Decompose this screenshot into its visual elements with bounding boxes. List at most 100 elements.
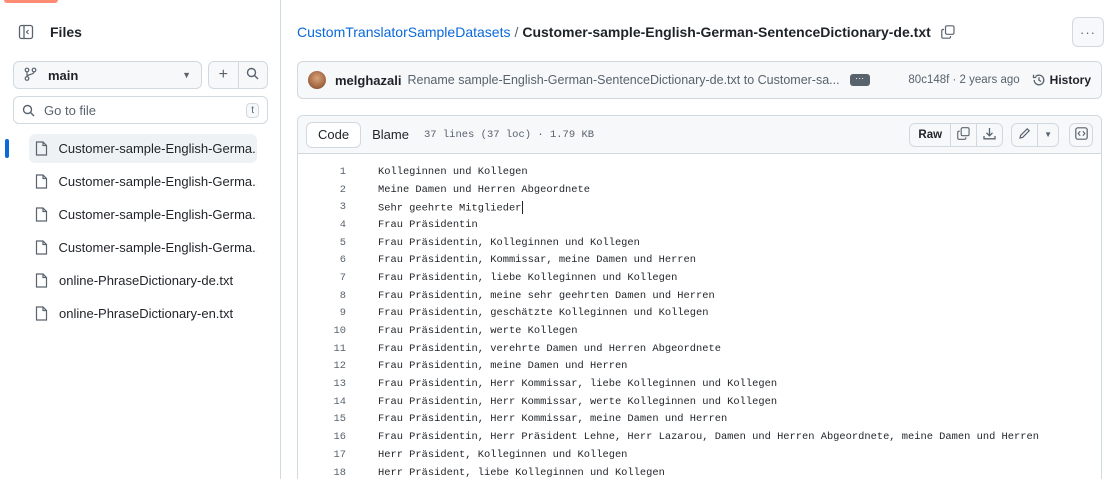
line-text: Frau Präsidentin, Herr Kommissar, meine … <box>378 413 728 426</box>
add-search-button-group: + <box>208 61 268 89</box>
file-icon <box>35 141 51 156</box>
file-tree-item[interactable]: Customer-sample-English-Germa... <box>5 134 257 163</box>
code-line: 2 Meine Damen und Herren Abgeordnete <box>298 181 1101 199</box>
download-icon <box>983 127 996 143</box>
code-line: 5 Frau Präsidentin, Kolleginnen und Kolle… <box>298 234 1101 252</box>
code-line: 18 Herr Präsident, liebe Kolleginnen und … <box>298 464 1101 479</box>
download-button[interactable] <box>977 124 1002 146</box>
sidebar-title: Files <box>50 24 82 40</box>
git-branch-icon <box>24 67 40 84</box>
line-number[interactable]: 7 <box>298 272 346 284</box>
plus-icon: + <box>218 66 228 83</box>
copy-raw-button[interactable] <box>951 123 978 146</box>
pencil-icon <box>1018 127 1031 143</box>
symbols-panel-button[interactable] <box>1069 122 1093 147</box>
sidebar-collapse-icon[interactable] <box>16 22 36 42</box>
line-number[interactable]: 16 <box>298 431 346 443</box>
line-text: Frau Präsidentin, meine Damen und Herren <box>378 360 628 373</box>
breadcrumb-file-name: Customer-sample-English-German-SentenceD… <box>522 24 931 40</box>
line-number[interactable]: 8 <box>298 290 346 302</box>
commit-message[interactable]: Rename sample-English-German-SentenceDic… <box>407 73 839 87</box>
line-text: Frau Präsidentin, Herr Kommissar, werte … <box>378 395 778 408</box>
code-line: 14 Frau Präsidentin, Herr Kommissar, wert… <box>298 393 1101 411</box>
code-view[interactable]: 1 Kolleginnen und Kollegen 2 Meine Damen un… <box>298 154 1101 479</box>
code-line: 11 Frau Präsidentin, verehrte Damen und H… <box>298 340 1101 358</box>
file-icon <box>35 207 51 222</box>
line-number[interactable]: 15 <box>298 413 346 425</box>
line-text: Frau Präsidentin, werte Kollegen <box>378 325 578 338</box>
copy-path-icon[interactable] <box>940 25 955 39</box>
commit-meta: 80c148f · 2 years ago History <box>908 73 1091 87</box>
line-number[interactable]: 5 <box>298 237 346 249</box>
line-text: Herr Präsident, Kolleginnen und Kollegen <box>378 448 628 461</box>
line-number[interactable]: 13 <box>298 378 346 390</box>
expand-commit-ellipsis-icon[interactable]: ··· <box>849 74 870 86</box>
file-content-box: Code Blame 37 lines (37 loc) · 1.79 KB R… <box>297 115 1102 479</box>
line-number[interactable]: 2 <box>298 184 346 196</box>
code-line: 9 Frau Präsidentin, geschätzte Kolleginne… <box>298 305 1101 323</box>
edit-options-button[interactable]: ▼ <box>1038 124 1058 146</box>
file-meta: 37 lines (37 loc) · 1.79 KB <box>423 128 595 141</box>
more-options-button[interactable]: ··· <box>1072 17 1104 47</box>
commit-author[interactable]: melghazali <box>335 73 401 88</box>
search-icon <box>246 67 259 83</box>
line-number[interactable]: 17 <box>298 449 346 461</box>
edit-file-button[interactable] <box>1012 123 1039 146</box>
line-number[interactable]: 1 <box>298 166 346 178</box>
line-number[interactable]: 9 <box>298 307 346 319</box>
file-view: CustomTranslatorSampleDatasets / Custome… <box>282 0 1107 479</box>
code-line: 4 Frau Präsidentin <box>298 216 1101 234</box>
line-number[interactable]: 12 <box>298 360 346 372</box>
go-to-file-input[interactable]: Go to file t <box>13 96 268 124</box>
sidebar-header: Files <box>16 20 82 44</box>
raw-button[interactable]: Raw <box>910 123 952 146</box>
search-icon <box>22 104 38 117</box>
text-cursor <box>522 200 524 214</box>
file-tree-item[interactable]: Customer-sample-English-Germa... <box>29 200 257 229</box>
file-tree-item-label: Customer-sample-English-Germa... <box>58 207 257 222</box>
line-number[interactable]: 10 <box>298 325 346 337</box>
code-line: 16 Frau Präsidentin, Herr Präsident Lehne… <box>298 428 1101 446</box>
search-files-button[interactable] <box>239 62 268 88</box>
keyboard-shortcut-badge: t <box>246 102 259 118</box>
add-file-button[interactable]: + <box>209 62 239 88</box>
breadcrumb-repo-link[interactable]: CustomTranslatorSampleDatasets <box>297 24 510 40</box>
file-tree-item[interactable]: Customer-sample-English-Germa... <box>29 167 257 196</box>
code-line: 7 Frau Präsidentin, liebe Kolleginnen und… <box>298 269 1101 287</box>
code-line: 12 Frau Präsidentin, meine Damen und Herr… <box>298 358 1101 376</box>
line-number[interactable]: 11 <box>298 343 346 355</box>
line-text: Frau Präsidentin, liebe Kolleginnen und … <box>378 271 678 284</box>
tab-blame[interactable]: Blame <box>361 122 420 148</box>
file-actions: Raw ▼ <box>909 122 1093 147</box>
line-text: Frau Präsidentin, Herr Präsident Lehne, … <box>378 431 1039 444</box>
history-button[interactable]: History <box>1032 73 1091 87</box>
file-icon <box>35 174 51 189</box>
code-line: 1 Kolleginnen und Kollegen <box>298 163 1101 181</box>
branch-selector-button[interactable]: main ▼ <box>13 61 202 89</box>
code-line: 8 Frau Präsidentin, meine sehr geehrten D… <box>298 287 1101 305</box>
line-number[interactable]: 18 <box>298 467 346 479</box>
line-number[interactable]: 6 <box>298 254 346 266</box>
avatar[interactable] <box>308 71 326 89</box>
code-line: 17 Herr Präsident, Kolleginnen und Kolleg… <box>298 446 1101 464</box>
line-text: Kolleginnen und Kollegen <box>378 165 528 178</box>
line-number[interactable]: 4 <box>298 219 346 231</box>
chevron-down-icon: ▼ <box>182 70 191 80</box>
file-tree-item[interactable]: Customer-sample-English-Germa... <box>29 233 257 262</box>
edit-button-group: ▼ <box>1011 122 1059 147</box>
line-text: Frau Präsidentin, geschätzte Kolleginnen… <box>378 307 709 320</box>
file-tree-item-label: online-PhraseDictionary-de.txt <box>59 273 234 288</box>
branch-name: main <box>48 67 79 83</box>
commit-hash-age[interactable]: 80c148f · 2 years ago <box>908 74 1019 86</box>
latest-commit-bar: melghazali Rename sample-English-German-… <box>297 61 1102 99</box>
file-tree-item[interactable]: online-PhraseDictionary-de.txt <box>29 266 257 295</box>
chevron-down-icon: ▼ <box>1044 130 1052 139</box>
line-number[interactable]: 3 <box>298 201 346 213</box>
code-line: 13 Frau Präsidentin, Herr Kommissar, lieb… <box>298 375 1101 393</box>
go-to-file-placeholder: Go to file <box>44 102 97 118</box>
file-tree-item[interactable]: online-PhraseDictionary-en.txt <box>29 299 257 328</box>
code-square-icon <box>1074 126 1088 143</box>
line-number[interactable]: 14 <box>298 396 346 408</box>
line-text: Frau Präsidentin, Herr Kommissar, liebe … <box>378 378 778 391</box>
tab-code[interactable]: Code <box>306 121 362 148</box>
